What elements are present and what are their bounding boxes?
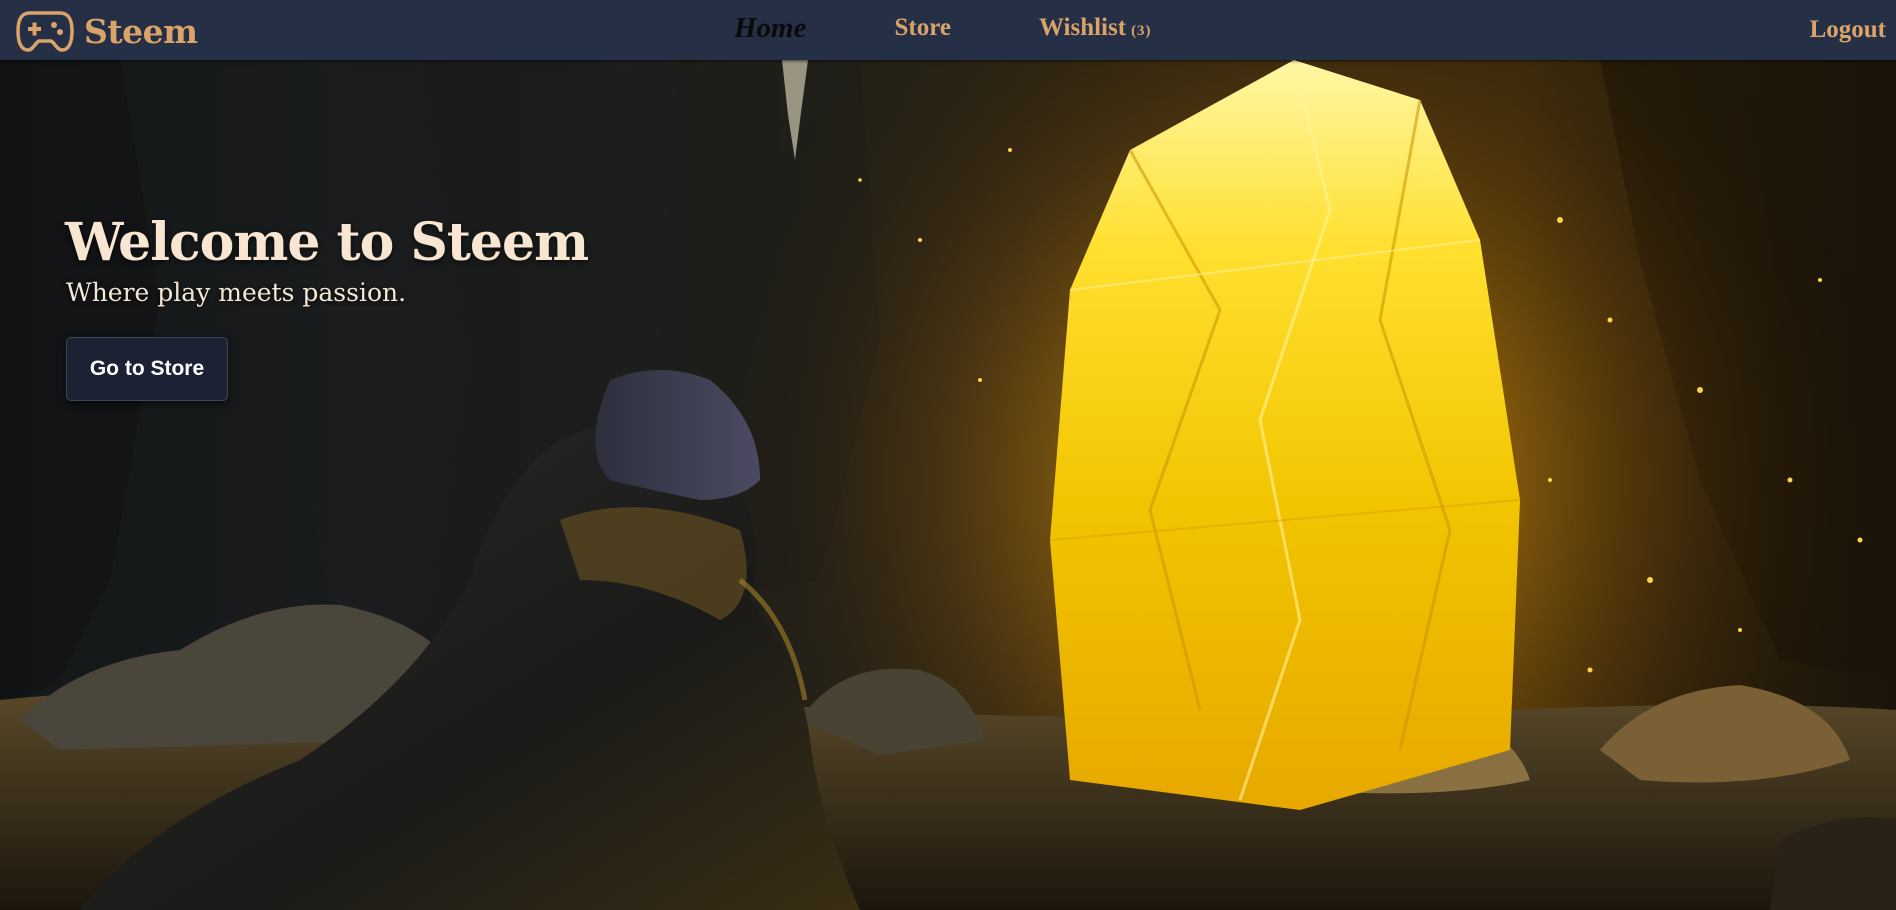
top-navbar: Steem Home Store Wishlist (3) Logout xyxy=(0,0,1896,60)
hero-background-image xyxy=(0,60,1896,910)
nav-link-home[interactable]: Home xyxy=(734,12,807,45)
go-to-store-button[interactable]: Go to Store xyxy=(66,337,228,401)
brand-name: Steem xyxy=(84,11,198,51)
brand-logo-link[interactable]: Steem xyxy=(16,10,198,52)
wishlist-label: Wishlist xyxy=(1038,14,1127,41)
logout-link[interactable]: Logout xyxy=(1810,16,1886,44)
gamepad-icon xyxy=(16,11,74,52)
hero-title: Welcome to Steem xyxy=(65,212,589,273)
nav-link-store[interactable]: Store xyxy=(895,14,951,42)
hero-subtitle: Where play meets passion. xyxy=(66,278,407,307)
hero-section: Welcome to Steem Where play meets passio… xyxy=(0,60,1896,910)
nav-links: Home Store Wishlist (3) xyxy=(734,0,1240,56)
nav-link-wishlist[interactable]: Wishlist (3) xyxy=(1039,14,1152,42)
wishlist-count-badge: (3) xyxy=(1131,23,1152,39)
